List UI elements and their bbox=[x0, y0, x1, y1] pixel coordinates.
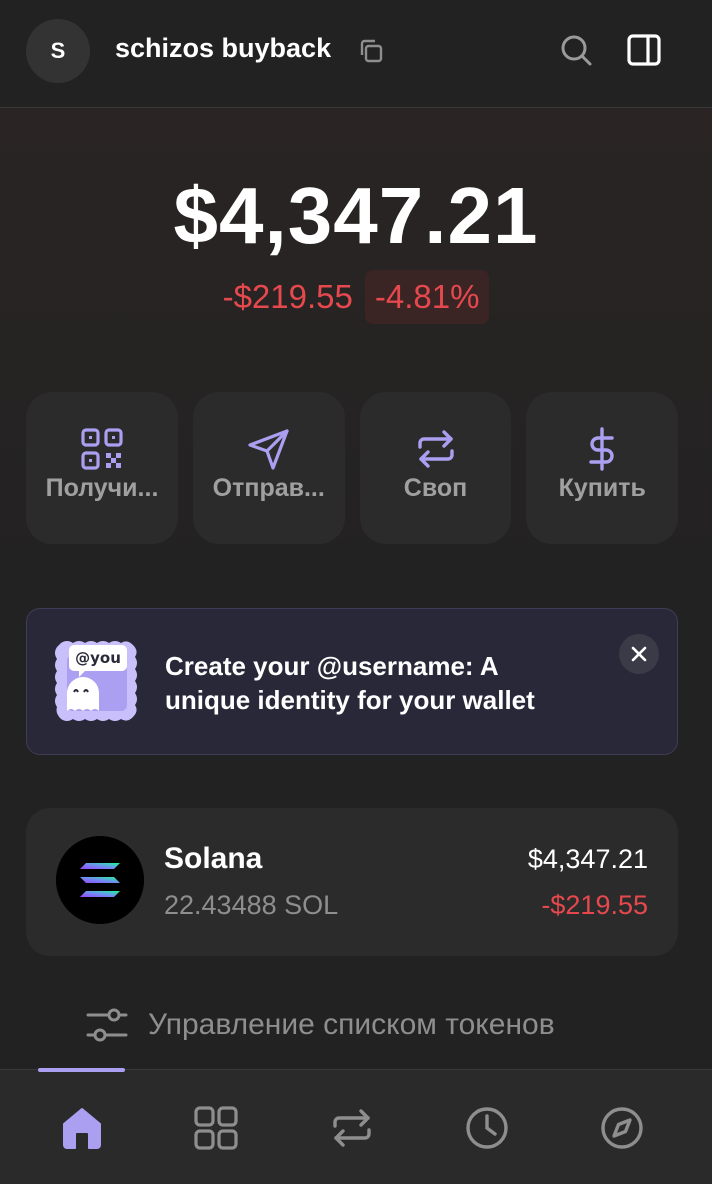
manage-token-list-label: Управление списком токенов bbox=[148, 1008, 555, 1041]
balance-change-percent-badge: -4.81% bbox=[364, 270, 490, 324]
collectibles-grid-icon[interactable] bbox=[192, 1104, 240, 1152]
buy-button[interactable]: Купить bbox=[526, 392, 678, 544]
qr-code-icon bbox=[81, 428, 123, 470]
send-button[interactable]: Отправ... bbox=[192, 392, 345, 544]
search-icon[interactable] bbox=[556, 30, 596, 70]
token-row-solana[interactable]: Solana 22.43488 SOL $4,347.21 -$219.55 bbox=[26, 808, 678, 956]
avatar-letter: S bbox=[50, 38, 66, 63]
username-ghost-illustration: @you bbox=[55, 641, 137, 721]
account-avatar[interactable]: S bbox=[26, 19, 90, 83]
balance-change-amount: -$219.55 bbox=[222, 278, 353, 315]
close-icon bbox=[631, 646, 647, 662]
action-buttons: Получи... Отправ... Своп Купить bbox=[26, 392, 678, 544]
token-change: -$219.55 bbox=[541, 890, 648, 920]
explore-compass-icon[interactable] bbox=[598, 1104, 646, 1152]
token-name: Solana bbox=[164, 842, 263, 875]
bottom-tab-bar bbox=[0, 1068, 712, 1184]
copy-icon[interactable] bbox=[356, 36, 386, 66]
send-label: Отправ... bbox=[212, 474, 325, 502]
token-amount: 22.43488 SOL bbox=[164, 890, 339, 920]
swap-icon bbox=[417, 430, 454, 468]
top-header: S schizos buyback bbox=[0, 0, 712, 108]
promo-badge-text: @you bbox=[75, 649, 121, 667]
send-icon bbox=[248, 429, 289, 470]
sidebar-toggle-icon[interactable] bbox=[624, 30, 664, 70]
home-icon[interactable] bbox=[58, 1104, 106, 1152]
promo-text: Create your @username: A unique identity… bbox=[165, 651, 535, 715]
solana-logo-icon bbox=[56, 836, 144, 924]
total-balance: $4,347.21 bbox=[173, 171, 539, 260]
manage-token-list-button[interactable]: Управление списком токенов bbox=[84, 1000, 555, 1050]
promo-close-button[interactable] bbox=[619, 634, 659, 674]
account-name[interactable]: schizos buyback bbox=[115, 33, 331, 64]
swap-tab-icon[interactable] bbox=[328, 1104, 376, 1152]
receive-label: Получи... bbox=[45, 474, 159, 502]
swap-button[interactable]: Своп bbox=[359, 392, 512, 544]
active-tab-indicator bbox=[38, 1068, 125, 1072]
token-value: $4,347.21 bbox=[527, 844, 648, 874]
dollar-icon bbox=[589, 427, 614, 471]
username-promo-banner[interactable]: @you Create your @username: A unique ide… bbox=[26, 608, 678, 755]
swap-label: Своп bbox=[403, 474, 468, 502]
balance-change-row: -$219.55 -4.81% bbox=[0, 270, 712, 324]
receive-button[interactable]: Получи... bbox=[26, 392, 178, 544]
history-clock-icon[interactable] bbox=[463, 1104, 511, 1152]
sliders-icon bbox=[86, 1008, 128, 1042]
buy-label: Купить bbox=[558, 474, 646, 502]
